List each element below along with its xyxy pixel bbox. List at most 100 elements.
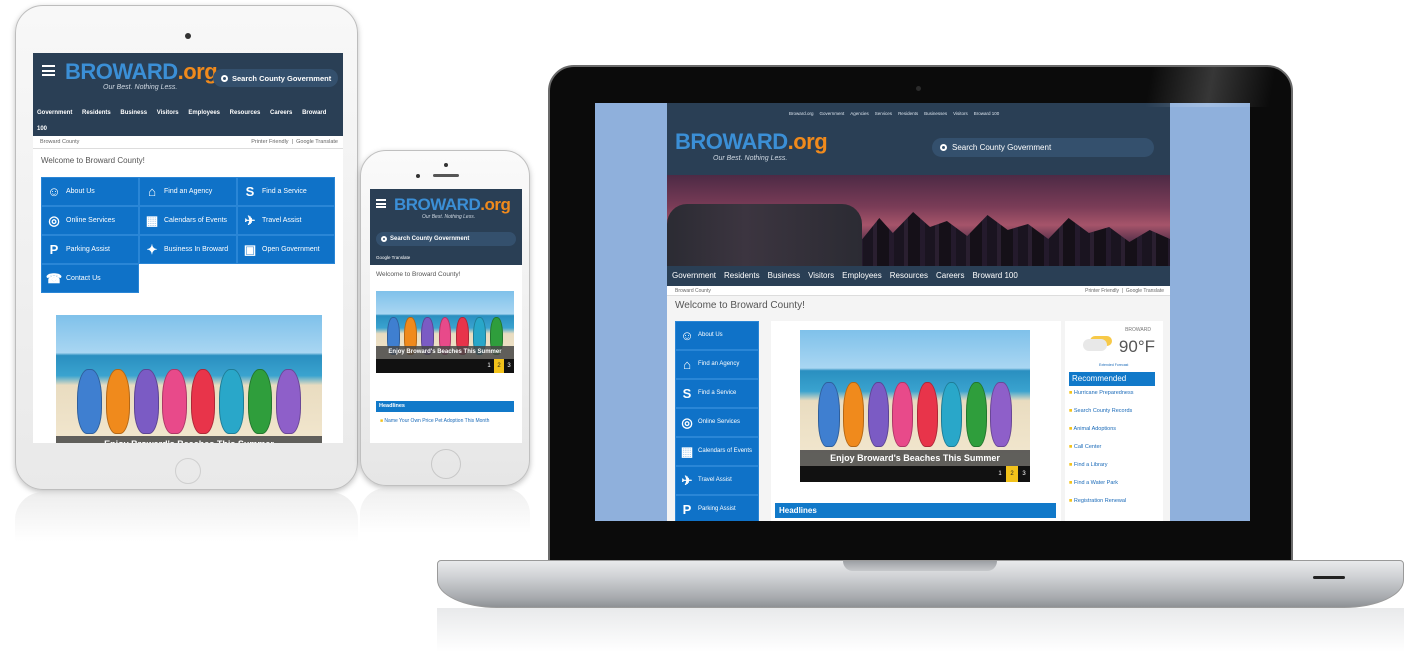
nav-careers[interactable]: Careers bbox=[270, 110, 292, 116]
printer-friendly-link[interactable]: Printer Friendly bbox=[1085, 288, 1119, 294]
recommended-item[interactable]: ■ Registration Renewal bbox=[1069, 498, 1161, 516]
headlines-bar: Headlines bbox=[376, 401, 514, 412]
main-nav-item[interactable]: Business bbox=[768, 271, 800, 280]
printer-friendly-link[interactable]: Printer Friendly bbox=[251, 139, 288, 145]
top-link[interactable]: Residents bbox=[898, 111, 918, 116]
top-link[interactable]: Services bbox=[875, 111, 892, 116]
recommended-item[interactable]: ■ Find a Water Park bbox=[1069, 480, 1161, 498]
slide-pager: 1 2 3 bbox=[376, 359, 514, 373]
tablet-quick-link-tile[interactable]: ▣ Open Government bbox=[237, 235, 335, 264]
laptop-quick-link-tile[interactable]: ▦ Calendars of Events bbox=[675, 437, 759, 466]
extended-forecast-link[interactable]: Extended Forecast bbox=[1099, 363, 1128, 367]
tile-label: Find an Agency bbox=[164, 187, 213, 195]
top-link[interactable]: Businesses bbox=[924, 111, 947, 116]
nav-residents[interactable]: Residents bbox=[82, 110, 111, 116]
tablet-quick-link-tile[interactable]: ⌂ Find an Agency bbox=[139, 177, 237, 206]
nav-government[interactable]: Government bbox=[37, 110, 72, 116]
recommended-item[interactable]: ■ Animal Adoptions bbox=[1069, 426, 1161, 444]
main-nav-item[interactable]: Employees bbox=[842, 271, 882, 280]
tablet-device: BROWARD.org Our Best. Nothing Less. Sear… bbox=[15, 5, 358, 490]
tablet-crumbbar: Broward County Printer Friendly | Google… bbox=[33, 136, 343, 149]
people-icon: ☺ bbox=[47, 184, 61, 199]
recommended-item[interactable]: ■ Hurricane Preparedness bbox=[1069, 390, 1161, 408]
phone-hero-slide[interactable]: Enjoy Broward's Beaches This Summer 1 2 … bbox=[376, 291, 514, 373]
top-link[interactable]: Visitors bbox=[953, 111, 968, 116]
recommended-item[interactable]: ■ Search County Records bbox=[1069, 408, 1161, 426]
tablet-quick-link-tile[interactable]: ☎ Contact Us bbox=[41, 264, 139, 293]
search-icon bbox=[221, 74, 228, 82]
laptop-quick-link-tile[interactable]: ◎ Online Services bbox=[675, 408, 759, 437]
nav-business[interactable]: Business bbox=[120, 110, 147, 116]
tablet-quick-link-tile[interactable]: S Find a Service bbox=[237, 177, 335, 206]
search-icon bbox=[381, 236, 387, 242]
laptop-quick-links: ☺ About Us ⌂ Find an Agency S Find a Service ◎… bbox=[675, 321, 759, 521]
laptop-site: Broward.org Government Agencies Services Res… bbox=[667, 103, 1170, 521]
pager-2[interactable]: 2 bbox=[1006, 466, 1018, 482]
recommended-item-label: Animal Adoptions bbox=[1073, 426, 1117, 432]
laptop-quick-link-tile[interactable]: ✈ Travel Assist bbox=[675, 466, 759, 495]
google-translate-link[interactable]: Google Translate bbox=[1126, 288, 1164, 294]
google-translate-link[interactable]: Google Translate bbox=[376, 255, 410, 260]
main-nav-item[interactable]: Government bbox=[672, 271, 716, 280]
headline-item[interactable]: ■ Name Your Own Price Pet Adoption This … bbox=[380, 418, 512, 425]
main-nav-item[interactable]: Residents bbox=[724, 271, 760, 280]
tablet-quick-link-tile[interactable]: ✈ Travel Assist bbox=[237, 206, 335, 235]
laptop-reflection bbox=[437, 608, 1404, 652]
main-nav-item[interactable]: Broward 100 bbox=[972, 271, 1017, 280]
nav-resources[interactable]: Resources bbox=[230, 110, 261, 116]
search-box[interactable]: Search County Government bbox=[932, 138, 1154, 157]
nav-visitors[interactable]: Visitors bbox=[157, 110, 179, 116]
pager-1[interactable]: 1 bbox=[484, 363, 494, 369]
plane-icon: ✈ bbox=[681, 472, 693, 488]
site-logo[interactable]: BROWARD.org bbox=[675, 129, 828, 155]
laptop-glare bbox=[1090, 67, 1290, 107]
top-link[interactable]: Agencies bbox=[850, 111, 869, 116]
main-nav-item[interactable]: Visitors bbox=[808, 271, 834, 280]
pager-1[interactable]: 1 bbox=[994, 471, 1006, 477]
laptop-quick-link-tile[interactable]: ☺ About Us bbox=[675, 321, 759, 350]
welcome-heading: Welcome to Broward County! bbox=[41, 156, 145, 165]
breadcrumb[interactable]: Broward County bbox=[675, 288, 711, 295]
calendar-icon: ▦ bbox=[680, 443, 694, 459]
tile-label: Find a Service bbox=[262, 187, 307, 195]
top-link[interactable]: Broward 100 bbox=[974, 111, 1000, 116]
tile-label: Business In Broward bbox=[164, 245, 229, 253]
search-box[interactable]: Search County Government bbox=[213, 69, 338, 87]
site-logo[interactable]: BROWARD.org bbox=[65, 59, 218, 85]
main-nav-item[interactable]: Careers bbox=[936, 271, 964, 280]
main-nav-item[interactable]: Resources bbox=[890, 271, 928, 280]
tile-label: Parking Assist bbox=[698, 506, 736, 513]
laptop-quick-link-tile[interactable]: P Parking Assist bbox=[675, 495, 759, 521]
nav-employees[interactable]: Employees bbox=[188, 110, 220, 116]
recommended-item[interactable]: ■ Call Center bbox=[1069, 444, 1161, 462]
top-links: Broward.org Government Agencies Services Res… bbox=[789, 111, 1005, 116]
tablet-quick-link-tile[interactable]: ☺ About Us bbox=[41, 177, 139, 206]
pager-3[interactable]: 3 bbox=[504, 363, 514, 369]
slide-caption: Enjoy Broward's Beaches This Summer bbox=[56, 436, 322, 443]
hamburger-menu-icon[interactable] bbox=[376, 199, 386, 208]
hamburger-menu-icon[interactable] bbox=[42, 65, 55, 76]
search-box[interactable]: Search County Government bbox=[376, 232, 516, 246]
laptop-quick-link-tile[interactable]: ⌂ Find an Agency bbox=[675, 350, 759, 379]
recommended-item-label: Find a Library bbox=[1073, 462, 1108, 468]
recommended-item[interactable]: ■ Find a Library bbox=[1069, 462, 1161, 480]
laptop-hero-slide[interactable]: Enjoy Broward's Beaches This Summer bbox=[800, 330, 1030, 466]
site-logo[interactable]: BROWARD.org bbox=[394, 195, 511, 215]
top-link[interactable]: Government bbox=[820, 111, 845, 116]
pager-3[interactable]: 3 bbox=[1018, 471, 1030, 477]
tablet-hero-slide[interactable]: Enjoy Broward's Beaches This Summer bbox=[56, 315, 322, 443]
laptop-quick-link-tile[interactable]: S Find a Service bbox=[675, 379, 759, 408]
phone-header: BROWARD.org Our Best. Nothing Less. Sear… bbox=[370, 189, 522, 265]
tablet-quick-link-tile[interactable]: P Parking Assist bbox=[41, 235, 139, 264]
tablet-reflection bbox=[15, 492, 358, 542]
recommended-item-label: Call Center bbox=[1073, 444, 1102, 450]
google-translate-link[interactable]: Google Translate bbox=[296, 139, 338, 145]
tile-label: Calendars of Events bbox=[164, 216, 228, 224]
tablet-quick-link-tile[interactable]: ▦ Calendars of Events bbox=[139, 206, 237, 235]
tablet-quick-link-tile[interactable]: ◎ Online Services bbox=[41, 206, 139, 235]
tablet-quick-link-tile[interactable]: ✦ Business In Broward bbox=[139, 235, 237, 264]
slide-pager: 1 2 3 bbox=[800, 466, 1030, 482]
breadcrumb[interactable]: Broward County bbox=[40, 139, 79, 148]
pager-2[interactable]: 2 bbox=[494, 359, 504, 373]
top-link[interactable]: Broward.org bbox=[789, 111, 814, 116]
